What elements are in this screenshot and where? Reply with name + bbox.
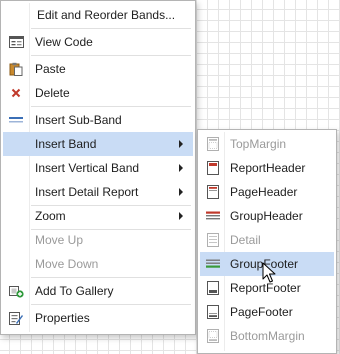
menu-item-label: Add To Gallery <box>35 284 114 298</box>
submenu-item-label: ReportHeader <box>230 161 306 175</box>
submenu-item-page-header[interactable]: PageHeader <box>200 180 334 204</box>
sub-band-icon <box>8 113 24 127</box>
menu-item-label: View Code <box>35 35 93 49</box>
submenu-item-label: TopMargin <box>230 137 287 151</box>
menu-item-add-to-gallery[interactable]: Add To Gallery <box>3 279 193 303</box>
menu-item-label: Zoom <box>35 209 66 223</box>
menu-item-properties[interactable]: Properties <box>3 306 193 330</box>
menu-item-label: Insert Sub-Band <box>35 113 122 127</box>
menu-item-insert-vertical-band[interactable]: Insert Vertical Band <box>3 156 193 180</box>
report-header-icon <box>205 161 221 175</box>
menu-item-insert-sub-band[interactable]: Insert Sub-Band <box>3 108 193 132</box>
group-header-icon <box>205 209 221 223</box>
menu-item-move-down[interactable]: Move Down <box>3 252 193 276</box>
menu-separator <box>31 277 191 278</box>
menu-item-edit-reorder-bands[interactable]: Edit and Reorder Bands... <box>3 3 193 27</box>
page-header-icon <box>205 185 221 199</box>
page-footer-icon <box>205 305 221 319</box>
submenu-item-label: Detail <box>230 233 261 247</box>
submenu-item-label: PageFooter <box>230 305 293 319</box>
mouse-cursor-icon <box>262 262 276 283</box>
detail-icon <box>205 233 221 247</box>
menu-item-label: Delete <box>35 86 70 100</box>
submenu-item-bottom-margin[interactable]: BottomMargin <box>200 324 334 348</box>
delete-x-icon <box>8 86 24 100</box>
top-margin-icon <box>205 137 221 151</box>
properties-icon <box>8 311 24 325</box>
menu-item-label: Insert Band <box>35 137 97 151</box>
submenu-item-report-header[interactable]: ReportHeader <box>200 156 334 180</box>
menu-item-view-code[interactable]: View Code <box>3 30 193 54</box>
menu-item-label: Edit and Reorder Bands... <box>37 8 176 22</box>
submenu-arrow-icon <box>179 140 183 148</box>
menu-item-insert-band[interactable]: Insert Band <box>3 132 193 156</box>
menu-separator <box>31 106 191 107</box>
menu-item-insert-detail-report[interactable]: Insert Detail Report <box>3 180 193 204</box>
bottom-margin-icon <box>205 329 221 343</box>
submenu-arrow-icon <box>179 164 183 172</box>
submenu-item-label: GroupHeader <box>230 209 303 223</box>
submenu-item-detail[interactable]: Detail <box>200 228 334 252</box>
insert-band-submenu: TopMargin ReportHeader PageHeader GroupH… <box>197 129 337 354</box>
menu-separator <box>31 55 191 56</box>
menu-item-label: Properties <box>35 311 90 325</box>
submenu-arrow-icon <box>179 212 183 220</box>
context-menu: Edit and Reorder Bands... View Code Past… <box>0 0 196 335</box>
menu-item-delete[interactable]: Delete <box>3 81 193 105</box>
add-to-gallery-icon <box>8 284 24 298</box>
menu-separator <box>31 304 191 305</box>
menu-item-label: Move Down <box>35 257 99 271</box>
group-footer-icon <box>205 257 221 271</box>
menu-item-paste[interactable]: Paste <box>3 57 193 81</box>
menu-item-label: Insert Detail Report <box>35 185 139 199</box>
submenu-item-label: BottomMargin <box>230 329 305 343</box>
code-window-icon <box>8 35 24 49</box>
submenu-item-group-header[interactable]: GroupHeader <box>200 204 334 228</box>
menu-item-label: Paste <box>35 62 66 76</box>
paste-icon <box>8 62 24 76</box>
submenu-arrow-icon <box>179 188 183 196</box>
menu-item-zoom[interactable]: Zoom <box>3 204 193 228</box>
menu-separator <box>31 28 191 29</box>
menu-item-label: Insert Vertical Band <box>35 161 140 175</box>
menu-item-move-up[interactable]: Move Up <box>3 228 193 252</box>
report-footer-icon <box>205 281 221 295</box>
submenu-item-page-footer[interactable]: PageFooter <box>200 300 334 324</box>
menu-item-label: Move Up <box>35 233 84 247</box>
submenu-item-label: PageHeader <box>230 185 298 199</box>
submenu-item-top-margin[interactable]: TopMargin <box>200 132 334 156</box>
